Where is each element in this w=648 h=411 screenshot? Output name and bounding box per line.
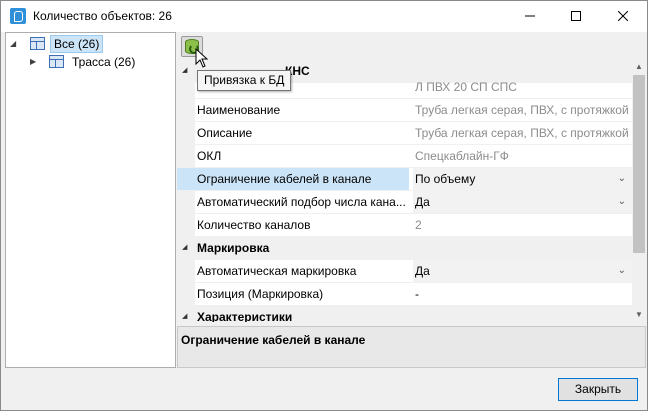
category-marking[interactable]: ◢ Маркировка [177, 237, 632, 260]
auto-marking-select[interactable]: Да ⌄ [413, 260, 632, 282]
chevron-down-icon[interactable]: ⌄ [618, 260, 626, 282]
collapse-arrow-icon[interactable]: ◢ [182, 306, 187, 322]
property-row-okl[interactable]: ОКЛ Спецкаблайн-ГФ [177, 145, 632, 168]
property-label: Наименование [197, 103, 281, 117]
scroll-thumb[interactable] [633, 75, 645, 253]
maximize-button[interactable] [553, 1, 599, 32]
property-row-auto-channels[interactable]: Автоматический подбор числа кана... Да ⌄ [177, 191, 632, 214]
position-value[interactable]: - [413, 283, 632, 305]
category-label: Характеристики [197, 310, 293, 322]
collapse-arrow-icon[interactable]: ◢ [182, 237, 187, 259]
select-value: Да [415, 195, 430, 209]
property-label: Позиция (Маркировка) [197, 287, 324, 301]
row-gutter [177, 76, 195, 98]
object-tree[interactable]: ◢ Все (26) ▶ Трасса (26) [5, 32, 176, 368]
property-row-auto-marking[interactable]: Автоматическая маркировка Да ⌄ [177, 260, 632, 283]
row-gutter [177, 122, 195, 144]
code-value: Л ПВХ 20 СП СПС [415, 80, 517, 94]
close-button[interactable]: Закрыть [558, 378, 638, 401]
properties-window: Количество объектов: 26 ◢ Все (26) ▶ Тра… [0, 0, 648, 411]
vertical-scrollbar[interactable]: ▲ ▼ [632, 60, 646, 322]
mouse-cursor-icon [195, 48, 209, 68]
app-icon [10, 8, 26, 24]
name-value: Труба легкая серая, ПВХ, с протяжкой [415, 103, 629, 117]
minimize-button[interactable] [507, 1, 553, 32]
minimize-icon [525, 15, 535, 17]
maximize-icon [571, 11, 581, 21]
row-gutter [177, 214, 195, 236]
select-value: По объему [415, 172, 476, 186]
channel-count-value: 2 [415, 218, 422, 232]
description-title: Ограничение кабелей в канале [181, 333, 366, 347]
cable-limit-select[interactable]: По объему ⌄ [413, 168, 632, 190]
property-row-position[interactable]: Позиция (Маркировка) - [177, 283, 632, 306]
property-row-channel-count[interactable]: Количество каналов 2 [177, 214, 632, 237]
tree-item-label: Все (26) [50, 35, 104, 53]
property-label: Ограничение кабелей в канале [177, 168, 409, 190]
property-label: Автоматический подбор числа кана... [197, 195, 406, 209]
category-label: Маркировка [197, 241, 270, 255]
select-value: Да [415, 264, 430, 278]
property-label: Описание [197, 126, 253, 140]
title-bar[interactable]: Количество объектов: 26 [1, 1, 647, 32]
row-gutter [177, 191, 195, 213]
tree-item-route[interactable]: ▶ Трасса (26) [30, 53, 170, 71]
toolbar [176, 32, 646, 60]
row-gutter [177, 99, 195, 121]
description-value: Труба легкая серая, ПВХ, с протяжкой [415, 126, 629, 140]
row-gutter [177, 145, 195, 167]
row-gutter [177, 283, 195, 305]
chevron-down-icon[interactable]: ⌄ [618, 168, 626, 190]
okl-value: Спецкаблайн-ГФ [415, 149, 509, 163]
property-row-description[interactable]: Описание Труба легкая серая, ПВХ, с прот… [177, 122, 632, 145]
property-label: Автоматическая маркировка [197, 264, 357, 278]
row-gutter [177, 260, 195, 282]
auto-channels-select[interactable]: Да ⌄ [413, 191, 632, 213]
collapsed-arrow-icon[interactable]: ▶ [30, 53, 40, 71]
scroll-down-icon[interactable]: ▼ [632, 308, 646, 322]
expanded-arrow-icon[interactable]: ◢ [10, 35, 20, 53]
window-title: Количество объектов: 26 [33, 9, 172, 23]
property-label: Количество каналов [197, 218, 311, 232]
close-window-button[interactable] [600, 1, 646, 32]
chevron-down-icon[interactable]: ⌄ [618, 191, 626, 213]
description-panel: Ограничение кабелей в канале [177, 326, 646, 368]
table-icon [30, 37, 45, 50]
tree-item-all[interactable]: ◢ Все (26) [10, 35, 170, 53]
property-row-name[interactable]: Наименование Труба легкая серая, ПВХ, с … [177, 99, 632, 122]
bind-db-tooltip: Привязка к БД [197, 70, 292, 91]
table-icon [49, 55, 64, 68]
property-label: ОКЛ [197, 149, 222, 163]
close-icon [618, 11, 628, 21]
property-grid[interactable]: ◢ КНС Л ПВХ 20 СП СПС Наименование Труба… [177, 60, 632, 322]
scroll-up-icon[interactable]: ▲ [632, 60, 646, 74]
tree-item-label: Трасса (26) [72, 55, 136, 69]
property-row-cable-limit[interactable]: Ограничение кабелей в канале По объему ⌄ [177, 168, 632, 191]
category-characteristics[interactable]: ◢ Характеристики [177, 306, 632, 322]
